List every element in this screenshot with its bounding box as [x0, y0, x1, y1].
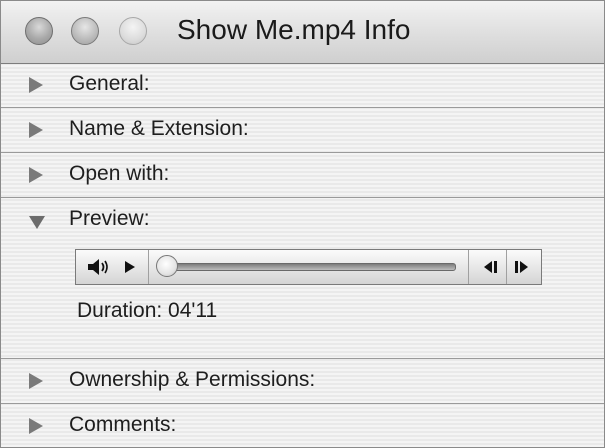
disclosure-down-icon[interactable]: [29, 216, 45, 229]
disclosure-right-icon[interactable]: [29, 373, 43, 389]
divider: [506, 250, 507, 284]
disclosure-right-icon[interactable]: [29, 122, 43, 138]
section-open-with[interactable]: Open with:: [1, 153, 604, 198]
section-label: General:: [69, 72, 150, 95]
section-label: Name & Extension:: [69, 117, 249, 140]
section-label: Comments:: [69, 413, 177, 436]
zoom-button[interactable]: [119, 17, 147, 45]
section-comments[interactable]: Comments:: [1, 404, 604, 447]
step-forward-icon: [515, 261, 528, 273]
step-forward-button[interactable]: [508, 250, 534, 284]
duration-text: Duration: 04'11: [77, 299, 218, 322]
scrubber-track[interactable]: [160, 263, 456, 271]
disclosure-right-icon[interactable]: [29, 167, 43, 183]
minimize-button[interactable]: [71, 17, 99, 45]
play-icon: [125, 261, 135, 273]
section-label: Open with:: [69, 162, 170, 185]
volume-button[interactable]: [82, 250, 114, 284]
section-general[interactable]: General:: [1, 63, 604, 108]
volume-icon: [88, 259, 108, 275]
step-back-button[interactable]: [478, 250, 504, 284]
window-title: Show Me.mp4 Info: [177, 14, 411, 45]
close-button[interactable]: [25, 17, 53, 45]
scrubber-knob[interactable]: [156, 255, 178, 277]
section-label: Preview:: [69, 207, 150, 230]
section-ownership-permissions[interactable]: Ownership & Permissions:: [1, 359, 604, 404]
divider: [148, 250, 149, 284]
disclosure-right-icon[interactable]: [29, 77, 43, 93]
title-bar[interactable]: Show Me.mp4 Info: [1, 1, 604, 64]
divider: [468, 250, 469, 284]
section-name-extension[interactable]: Name & Extension:: [1, 108, 604, 153]
step-back-icon: [484, 261, 497, 273]
section-label: Ownership & Permissions:: [69, 368, 316, 391]
play-button[interactable]: [118, 250, 142, 284]
info-window: Show Me.mp4 Info General: Name & Extensi…: [0, 0, 605, 448]
disclosure-right-icon[interactable]: [29, 418, 43, 434]
movie-controller[interactable]: [75, 249, 542, 285]
